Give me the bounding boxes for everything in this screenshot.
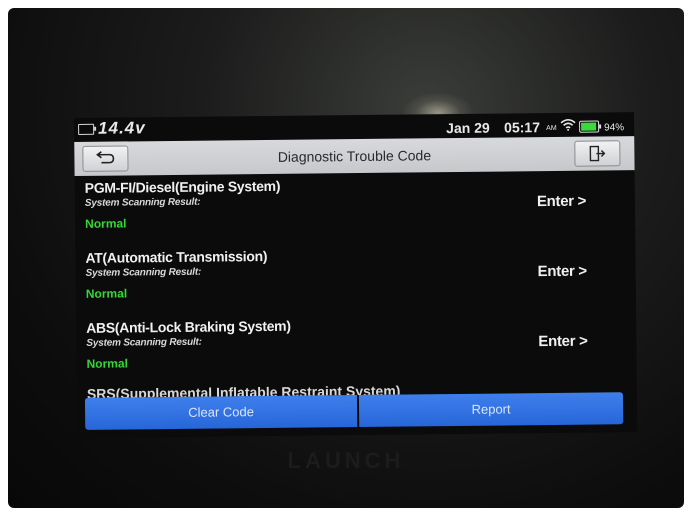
brand-logo: LAUNCH bbox=[287, 448, 405, 473]
action-bar: Clear Code Report bbox=[84, 392, 624, 430]
car-battery-icon bbox=[78, 123, 95, 135]
system-item-transmission: AT(Automatic Transmission) System Scanni… bbox=[75, 240, 636, 316]
exit-icon bbox=[589, 145, 606, 162]
scan-status: Normal bbox=[86, 356, 128, 371]
wifi-icon bbox=[560, 118, 576, 134]
system-name: AT(Automatic Transmission) bbox=[85, 247, 268, 266]
app-screen: 14.4v Jan 29 05:17 AM 94% Diagnostic Tro… bbox=[74, 112, 638, 438]
enter-button[interactable]: Enter > bbox=[538, 333, 587, 351]
exit-button[interactable] bbox=[574, 140, 621, 167]
clear-code-button[interactable]: Clear Code bbox=[84, 395, 358, 430]
battery-icon bbox=[579, 120, 600, 133]
status-date: Jan 29 bbox=[446, 119, 490, 137]
system-item-engine: PGM-FI/Diesel(Engine System) System Scan… bbox=[75, 170, 636, 246]
system-name: PGM-FI/Diesel(Engine System) bbox=[84, 177, 281, 196]
system-name: ABS(Anti-Lock Braking System) bbox=[86, 317, 291, 336]
scan-status: Normal bbox=[85, 216, 127, 231]
scan-result-label: System Scanning Result: bbox=[85, 266, 202, 279]
scan-result-label: System Scanning Result: bbox=[86, 336, 202, 349]
scan-status: Normal bbox=[85, 286, 128, 301]
status-ampm: AM bbox=[546, 124, 557, 133]
battery-voltage: 14.4v bbox=[98, 118, 146, 138]
device-frame: 14.4v Jan 29 05:17 AM 94% Diagnostic Tro… bbox=[8, 8, 684, 508]
enter-button[interactable]: Enter > bbox=[537, 193, 586, 211]
status-time: 05:17 bbox=[504, 119, 541, 136]
scan-result-label: System Scanning Result: bbox=[84, 196, 201, 209]
enter-button[interactable]: Enter > bbox=[538, 263, 587, 281]
page-title: Diagnostic Trouble Code bbox=[277, 147, 432, 165]
system-list: PGM-FI/Diesel(Engine System) System Scan… bbox=[75, 170, 637, 398]
report-button[interactable]: Report bbox=[358, 392, 624, 428]
battery-percent: 94% bbox=[604, 122, 625, 134]
system-item-abs: ABS(Anti-Lock Braking System) System Sca… bbox=[76, 310, 637, 386]
